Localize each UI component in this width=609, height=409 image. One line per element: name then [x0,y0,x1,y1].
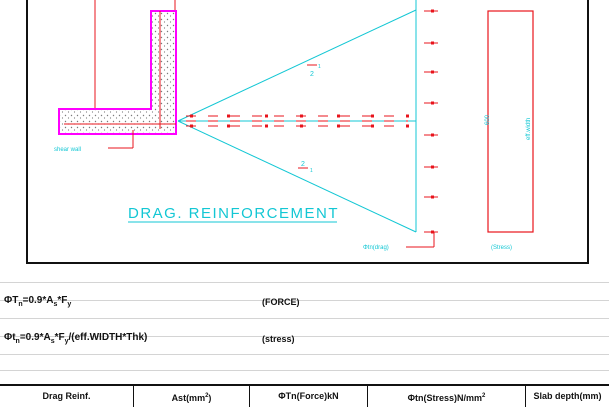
dimension-label: 600 [485,114,491,125]
stress-note: (stress) [262,334,295,344]
grid-line [0,354,609,355]
spread-line-top [177,9,417,122]
stress-formula: Φtn=0.9*As*Fy/(eff.WIDTH*Thk) [4,332,148,345]
shear-wall-shape [58,10,177,135]
header-force[interactable]: ΦTn(Force)kN [249,386,367,407]
svg-text:1: 1 [318,64,321,70]
header-slab-depth[interactable]: Slab depth(mm) [525,386,609,407]
svg-text:2: 2 [301,161,305,168]
force-label: Φtn(drag) [363,245,389,251]
force-note: (FORCE) [262,297,300,307]
header-stress[interactable]: Φtn(Stress)N/mm2 [367,386,525,407]
shear-wall-label: shear wall [54,147,81,153]
grid-line [0,300,609,301]
drag-reinforcement-drawing[interactable]: shear wall 2 1 2 1 Φtn(drag) (Stress) ef… [26,0,589,264]
table-header-row: Drag Reinf. Ast(mm2) ΦTn(Force)kN Φtn(St… [0,384,609,407]
grid-line [0,318,609,319]
svg-text:2: 2 [310,71,314,78]
spreadsheet-sheet: shear wall 2 1 2 1 Φtn(drag) (Stress) ef… [0,0,609,407]
header-ast[interactable]: Ast(mm2) [133,386,249,407]
header-drag-reinf[interactable]: Drag Reinf. [0,386,133,407]
stress-label: (Stress) [491,245,512,251]
force-formula: ΦTn=0.9*As*Fy [4,295,72,308]
eff-width-label: eff.width [526,118,532,140]
drawing-canvas: shear wall 2 1 2 1 Φtn(drag) (Stress) ef… [54,0,534,251]
svg-text:1: 1 [310,168,313,174]
drawing-title: DRAG. REINFORCEMENT [128,205,339,222]
grid-line [0,282,609,283]
grid-line [0,370,609,371]
